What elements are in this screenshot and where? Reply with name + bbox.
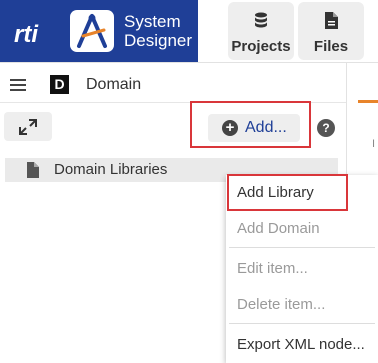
expand-button[interactable] <box>4 112 52 141</box>
app-name-line1: System <box>124 12 181 31</box>
domain-type-icon: D <box>50 75 69 94</box>
add-button-highlight <box>190 101 311 148</box>
projects-button-label: Projects <box>231 38 291 55</box>
database-icon <box>228 12 294 35</box>
menu-item-export-xml[interactable]: Export XML node... <box>237 336 365 353</box>
menu-icon[interactable] <box>10 79 26 91</box>
menu-item-edit[interactable]: Edit item... <box>237 260 308 277</box>
app-header: rti System Designer Projects Files <box>0 0 378 62</box>
menu-item-add-domain[interactable]: Add Domain <box>237 220 320 237</box>
app-name-line2: Designer <box>124 31 193 50</box>
help-icon[interactable]: ? <box>317 119 335 137</box>
files-button[interactable]: Files <box>298 2 364 60</box>
file-icon <box>27 162 39 178</box>
menu-item-delete[interactable]: Delete item... <box>237 296 325 313</box>
rti-logo: rti <box>14 22 39 46</box>
projects-button[interactable]: Projects <box>228 2 294 60</box>
header-divider <box>0 62 378 63</box>
file-icon <box>298 12 364 34</box>
expand-icon <box>19 119 37 135</box>
tree-item-label: Domain Libraries <box>54 161 168 178</box>
panel-title: Domain <box>86 76 142 93</box>
menu-separator <box>229 323 375 324</box>
right-panel-fragment: I <box>372 138 376 150</box>
brand-bar: rti System Designer <box>0 0 198 62</box>
add-library-highlight <box>227 174 348 211</box>
app-name: System Designer <box>124 12 192 50</box>
active-tab-indicator <box>358 100 378 103</box>
menu-separator <box>229 247 375 248</box>
files-button-label: Files <box>313 38 349 55</box>
svg-text:rti: rti <box>14 22 39 46</box>
system-designer-logo-icon <box>70 10 114 52</box>
